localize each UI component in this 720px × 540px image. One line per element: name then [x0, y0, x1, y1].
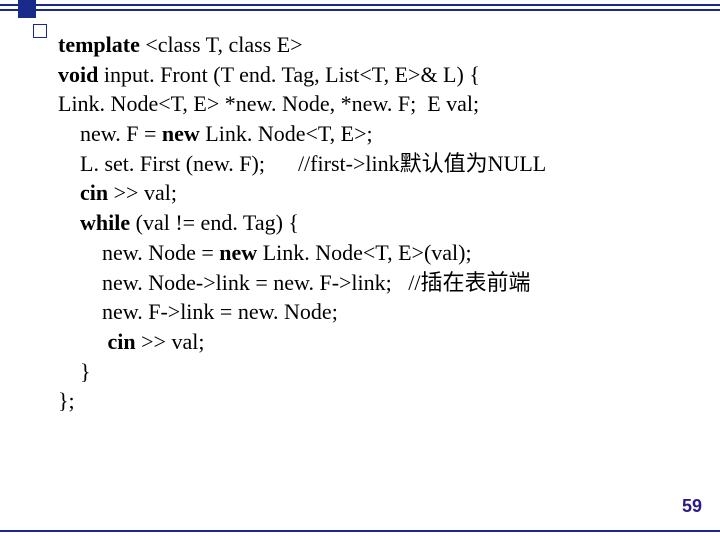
code-line-7: while (val != end. Tag) {	[58, 208, 690, 238]
code-line-5: L. set. First (new. F); //first->link默认值…	[58, 149, 690, 179]
header-line-top	[0, 4, 720, 6]
code-line-9: new. Node->link = new. F->link; //插在表前端	[58, 268, 690, 298]
code-line-6: cin >> val;	[58, 178, 690, 208]
code-line-2: void input. Front (T end. Tag, List<T, E…	[58, 60, 690, 90]
code-line-12: }	[58, 357, 690, 387]
code-line-10: new. F->link = new. Node;	[58, 297, 690, 327]
code-line-13: };	[58, 386, 690, 416]
header-line-bottom	[0, 9, 720, 11]
code-block: template <class T, class E> void input. …	[58, 30, 690, 416]
kw-template: template	[58, 32, 145, 57]
code-line-11: cin >> val;	[58, 327, 690, 357]
kw-new: new	[162, 121, 205, 146]
header-decoration	[0, 0, 720, 22]
code-line-1: template <class T, class E>	[58, 30, 690, 60]
code-line-3: Link. Node<T, E> *new. Node, *new. F; E …	[58, 89, 690, 119]
header-square-icon	[18, 0, 36, 18]
header-small-square-icon	[33, 24, 47, 38]
footer-line	[0, 530, 720, 532]
kw-while: while	[80, 210, 136, 235]
page-number: 59	[682, 494, 702, 518]
code-line-8: new. Node = new Link. Node<T, E>(val);	[58, 238, 690, 268]
kw-new: new	[219, 240, 262, 265]
kw-void: void	[58, 62, 104, 87]
kw-cin: cin	[80, 180, 114, 205]
code-line-4: new. F = new Link. Node<T, E>;	[58, 119, 690, 149]
kw-cin: cin	[102, 329, 141, 354]
